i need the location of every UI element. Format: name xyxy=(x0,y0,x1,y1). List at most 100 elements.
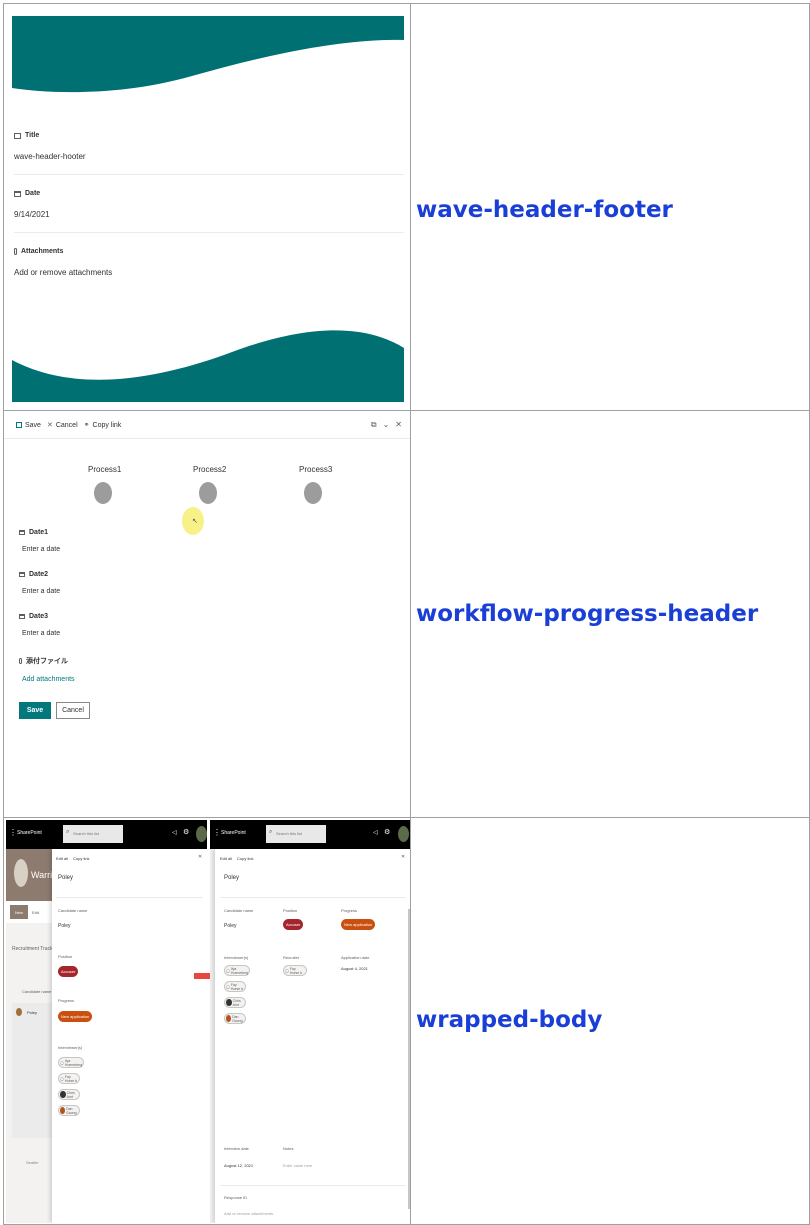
paperclip-icon xyxy=(19,658,22,664)
notes-value[interactable]: Enter value here xyxy=(283,1163,312,1168)
row-name: Poley xyxy=(27,1010,38,1015)
save-button[interactable]: Save xyxy=(19,702,51,719)
application-date-value[interactable]: August 4, 2021 xyxy=(341,966,368,971)
gear-icon[interactable]: ⚙ xyxy=(384,828,390,836)
search-box[interactable]: ⌕ Search this list xyxy=(63,825,123,843)
save-toolbar-button[interactable]: Save xyxy=(16,422,41,429)
text-field-icon xyxy=(14,132,21,139)
user-avatar[interactable] xyxy=(196,826,207,842)
person-name: Fay Horse b xyxy=(289,966,303,975)
progress-chip[interactable]: New application xyxy=(341,919,376,930)
wrapped-preview-cell: ⋮ SharePoint ⌕ Search this list ◁ ⚙ Warr… xyxy=(3,817,411,1225)
close-icon[interactable]: ✕ xyxy=(198,854,202,860)
copy-link-button[interactable]: Copy link xyxy=(237,856,253,861)
person-pill[interactable]: ◯ Fay Horse b xyxy=(283,965,307,976)
person-name: Ilya Hoeneberg xyxy=(64,1058,83,1067)
add-attachments-link[interactable]: Add attachments xyxy=(22,676,75,683)
table-row[interactable]: Poley xyxy=(12,1003,54,1138)
close-icon: ✕ xyxy=(46,422,53,429)
layout-icon[interactable]: ⧉ xyxy=(371,420,377,430)
person-name: Dan Gaung xyxy=(232,1014,243,1023)
attachments-field-value[interactable]: Add or remove attachments xyxy=(14,268,112,277)
date-field-value[interactable]: 9/14/2021 xyxy=(14,210,50,219)
column-header[interactable]: Candidate name xyxy=(22,989,51,994)
interview-date-label: Interview date xyxy=(224,1146,249,1151)
notes-label: Notes xyxy=(283,1146,294,1151)
search-icon: ⌕ xyxy=(66,829,70,835)
interviewers-label: Interviewer(s) xyxy=(58,1045,83,1050)
workflow-preview-cell: Save ✕ Cancel ⚭ Copy link ⧉ ⌄ ✕ Process1… xyxy=(3,410,411,818)
form-toolbar: Save ✕ Cancel ⚭ Copy link xyxy=(16,421,121,429)
progress-label: Progress xyxy=(341,908,358,913)
gear-icon[interactable]: ⚙ xyxy=(183,828,189,836)
sharepoint-brand[interactable]: SharePoint xyxy=(221,830,246,836)
save-icon xyxy=(16,422,22,428)
position-chip[interactable]: Accuser xyxy=(58,966,79,977)
candidate-name-value[interactable]: Poley xyxy=(58,923,71,929)
person-pill[interactable]: Chris Arnt xyxy=(58,1089,80,1100)
person-pill[interactable]: ◯ Ilya Hoeneberg xyxy=(58,1057,84,1068)
title-field-value[interactable]: wave-header-hooter xyxy=(14,152,86,161)
candidate-name-value[interactable]: Poley xyxy=(224,923,237,929)
edit-button[interactable]: Edit xyxy=(32,910,39,915)
edit-all-button[interactable]: Edit all xyxy=(56,856,68,861)
date1-input[interactable]: Enter a date xyxy=(22,546,60,553)
suite-bar: ⋮ SharePoint ⌕ Search this list ◁ ⚙ xyxy=(6,820,207,849)
step-1-indicator xyxy=(94,482,112,504)
wrapped-body-link[interactable]: wrapped-body xyxy=(416,1007,602,1033)
item-panel: Edit all Copy link ✕ Poley Candidate nam… xyxy=(52,849,207,1223)
divider xyxy=(220,897,406,898)
megaphone-icon[interactable]: ◁ xyxy=(373,829,378,836)
person-pill[interactable]: ◯ Ilya Hoeneberg xyxy=(224,965,250,976)
position-chip[interactable]: Accuser xyxy=(283,919,304,930)
response-id-label: Response ID xyxy=(224,1195,248,1200)
person-icon: ◯ xyxy=(285,968,289,973)
sharepoint-brand[interactable]: SharePoint xyxy=(17,830,42,836)
suite-bar: ⋮ SharePoint ⌕ Search this list ◁ ⚙ xyxy=(210,820,410,849)
edit-all-button[interactable]: Edit all xyxy=(220,856,232,861)
interview-date-value[interactable]: August 12, 2021 xyxy=(224,1163,253,1168)
search-box[interactable]: ⌕ Search this list xyxy=(266,825,326,843)
cancel-toolbar-button[interactable]: ✕ Cancel xyxy=(46,421,78,430)
chevron-down-icon[interactable]: ⌄ xyxy=(383,420,390,430)
new-button[interactable]: New xyxy=(10,905,28,919)
item-title: Poley xyxy=(58,875,74,881)
person-pill[interactable]: ◯ Fay Horse b xyxy=(58,1073,80,1084)
date3-input[interactable]: Enter a date xyxy=(22,630,60,637)
person-pill[interactable]: ◯ Fay Horse b xyxy=(224,981,246,992)
cancel-button[interactable]: Cancel xyxy=(56,702,90,719)
person-pill[interactable]: Dan Gaung xyxy=(58,1105,80,1116)
copy-link-button[interactable]: ⚭ Copy link xyxy=(84,421,122,430)
position-label: Position xyxy=(283,908,298,913)
before-screenshot: ⋮ SharePoint ⌕ Search this list ◁ ⚙ Warr… xyxy=(6,820,207,1223)
wave-header-graphic xyxy=(12,16,404,93)
person-avatar xyxy=(60,1107,66,1114)
workflow-progress-header-link[interactable]: workflow-progress-header xyxy=(416,601,758,627)
step-2-indicator xyxy=(199,482,217,504)
progress-chip[interactable]: New application xyxy=(58,1011,93,1022)
row-avatar xyxy=(16,1008,22,1016)
calendar-icon xyxy=(19,572,25,577)
divider xyxy=(220,1185,406,1186)
attachments-link[interactable]: Add or remove attachments xyxy=(224,1211,273,1216)
copy-link-label: Copy link xyxy=(92,421,122,429)
close-panel-icon[interactable]: ✕ xyxy=(395,420,402,430)
person-pill[interactable]: Chris Arnt xyxy=(224,997,246,1008)
footer-text: Seattle xyxy=(26,1160,39,1165)
wave-header-footer-link[interactable]: wave-header-footer xyxy=(416,197,673,223)
divider xyxy=(14,232,404,233)
person-icon: ◯ xyxy=(60,1076,64,1081)
date1-label-text: Date1 xyxy=(29,529,49,536)
copy-link-button[interactable]: Copy link xyxy=(73,856,89,861)
megaphone-icon[interactable]: ◁ xyxy=(172,829,177,836)
person-pill[interactable]: Dan Gaung xyxy=(224,1013,246,1024)
user-avatar[interactable] xyxy=(398,826,409,842)
date2-label: Date2 xyxy=(19,571,48,578)
close-icon[interactable]: ✕ xyxy=(401,854,405,860)
candidate-name-label: Candidate name xyxy=(224,908,254,913)
app-launcher-icon[interactable]: ⋮ xyxy=(213,828,221,837)
calendar-icon xyxy=(14,190,21,197)
date2-input[interactable]: Enter a date xyxy=(22,588,60,595)
title-field-label: Title xyxy=(14,132,39,139)
app-launcher-icon[interactable]: ⋮ xyxy=(9,828,17,837)
